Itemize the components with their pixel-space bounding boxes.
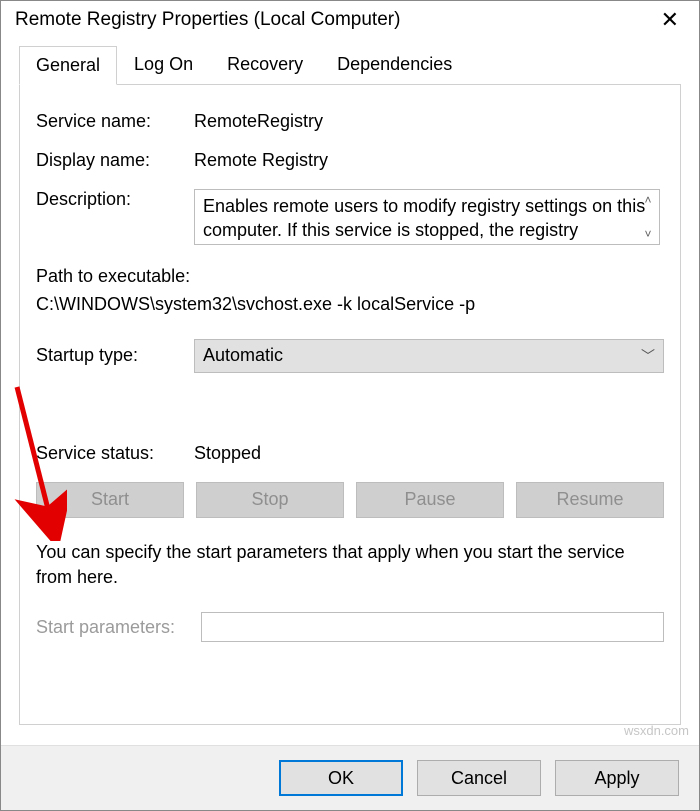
path-label: Path to executable:: [36, 263, 664, 291]
scroll-up-icon[interactable]: ˄: [639, 192, 657, 208]
path-value: C:\WINDOWS\system32\svchost.exe -k local…: [36, 291, 664, 319]
service-name-value: RemoteRegistry: [194, 111, 664, 132]
start-parameters-input[interactable]: [201, 612, 664, 642]
tab-log-on[interactable]: Log On: [117, 45, 210, 84]
tab-strip: General Log On Recovery Dependencies: [19, 45, 681, 85]
tabs-area: General Log On Recovery Dependencies Ser…: [1, 45, 699, 725]
tab-content-general: Service name: RemoteRegistry Display nam…: [19, 85, 681, 725]
window-title: Remote Registry Properties (Local Comput…: [15, 9, 400, 31]
properties-dialog: Remote Registry Properties (Local Comput…: [0, 0, 700, 811]
startup-type-value: Automatic: [203, 345, 283, 366]
apply-button[interactable]: Apply: [555, 760, 679, 796]
scroll-down-icon[interactable]: ˅: [639, 226, 657, 242]
resume-button[interactable]: Resume: [516, 482, 664, 518]
display-name-value: Remote Registry: [194, 150, 664, 171]
dialog-footer: OK Cancel Apply: [1, 745, 699, 810]
stop-button[interactable]: Stop: [196, 482, 344, 518]
service-status-label: Service status:: [36, 443, 194, 464]
service-status-value: Stopped: [194, 443, 664, 464]
cancel-button[interactable]: Cancel: [417, 760, 541, 796]
ok-button[interactable]: OK: [279, 760, 403, 796]
start-button[interactable]: Start: [36, 482, 184, 518]
titlebar: Remote Registry Properties (Local Comput…: [1, 1, 699, 45]
tab-dependencies[interactable]: Dependencies: [320, 45, 469, 84]
close-icon[interactable]: ✕: [655, 9, 685, 31]
startup-type-label: Startup type:: [36, 345, 194, 366]
tab-general[interactable]: General: [19, 46, 117, 85]
description-scrollbar[interactable]: ˄ ˅: [639, 192, 657, 242]
help-text: You can specify the start parameters tha…: [36, 540, 664, 590]
description-label: Description:: [36, 189, 194, 210]
chevron-down-icon: ﹀: [641, 346, 655, 366]
description-box[interactable]: Enables remote users to modify registry …: [194, 189, 660, 245]
startup-type-select[interactable]: Automatic ﹀: [194, 339, 664, 373]
watermark: wsxdn.com: [624, 723, 689, 738]
start-parameters-label: Start parameters:: [36, 617, 175, 638]
tab-recovery[interactable]: Recovery: [210, 45, 320, 84]
service-control-buttons: Start Stop Pause Resume: [36, 482, 664, 518]
display-name-label: Display name:: [36, 150, 194, 171]
description-text: Enables remote users to modify registry …: [203, 196, 645, 240]
pause-button[interactable]: Pause: [356, 482, 504, 518]
service-name-label: Service name:: [36, 111, 194, 132]
